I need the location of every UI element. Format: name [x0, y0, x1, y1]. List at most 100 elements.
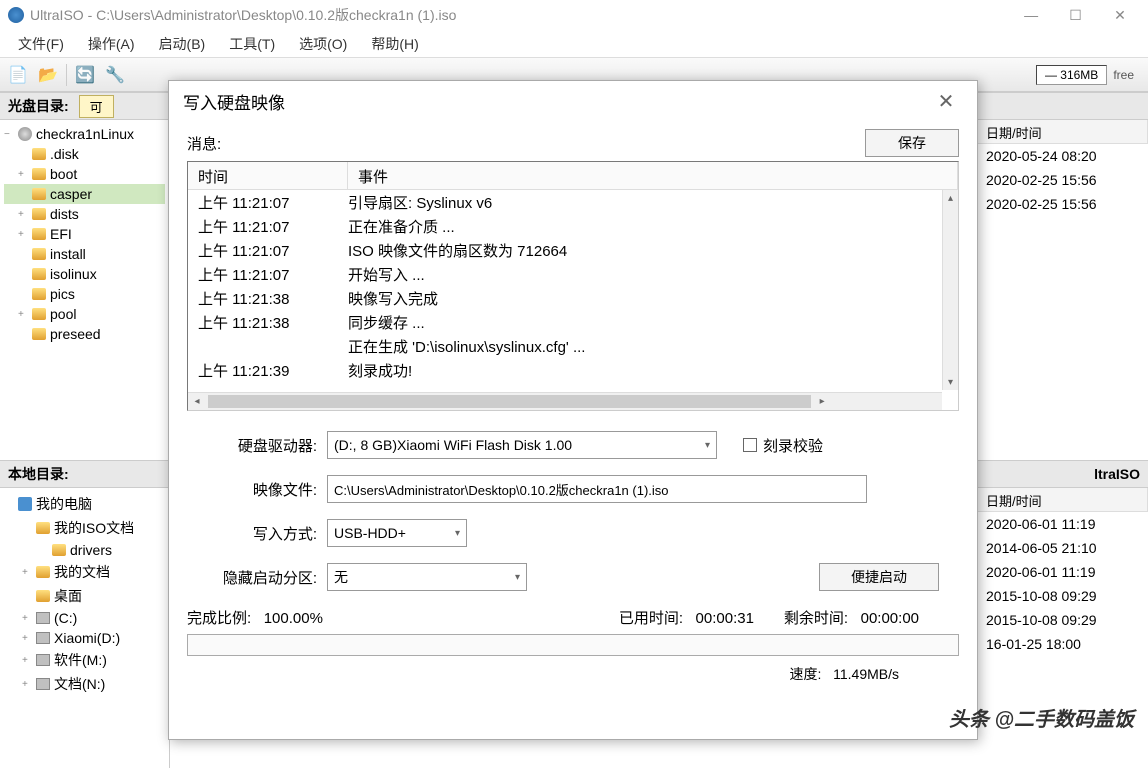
tree-item-label: pool [50, 306, 76, 322]
elapsed-label: 已用时间: [619, 610, 683, 627]
col-date[interactable]: 日期/时间 [978, 120, 1148, 143]
boot-options-button[interactable]: 便捷启动 [819, 563, 939, 591]
progress-bar [187, 634, 959, 656]
log-time: 上午 11:21:07 [188, 192, 348, 216]
remain-label: 剩余时间: [784, 610, 848, 627]
tree-item-label: (C:) [54, 610, 77, 626]
refresh-icon[interactable]: 🔄 [73, 63, 97, 87]
scroll-up-icon[interactable]: ▴ [943, 190, 958, 206]
menu-boot[interactable]: 启动(B) [147, 30, 218, 58]
date-cell: 2020-05-24 08:20 [978, 146, 1148, 166]
close-button[interactable]: ✕ [1100, 1, 1140, 29]
log-time: 上午 11:21:07 [188, 264, 348, 288]
log-row: 上午 11:21:38同步缓存 ... [188, 312, 958, 336]
local-tree[interactable]: 我的电脑 我的ISO文档drivers+我的文档桌面+(C:)+Xiaomi(D… [0, 488, 170, 768]
log-col-event[interactable]: 事件 [348, 162, 958, 189]
folder-icon [32, 328, 46, 340]
tree-item[interactable]: +pool [4, 304, 165, 324]
scroll-down-icon[interactable]: ▾ [943, 374, 958, 390]
free-label: free [1113, 68, 1142, 82]
new-icon[interactable]: 📄 [6, 63, 30, 87]
local-tree-item[interactable]: 桌面 [4, 584, 165, 608]
local-tree-item[interactable]: drivers [4, 540, 165, 560]
date-cell: 2020-02-25 15:56 [978, 170, 1148, 190]
log-event: 正在生成 'D:\isolinux\syslinux.cfg' ... [348, 336, 958, 360]
tree-item[interactable]: casper [4, 184, 165, 204]
tree-item[interactable]: preseed [4, 324, 165, 344]
folder-icon [32, 228, 46, 240]
log-row: 上午 11:21:07开始写入 ... [188, 264, 958, 288]
tree-item[interactable]: +dists [4, 204, 165, 224]
menu-action[interactable]: 操作(A) [76, 30, 147, 58]
open-icon[interactable]: 📂 [36, 63, 60, 87]
folder-icon [32, 248, 46, 260]
write-method-select[interactable]: USB-HDD+▾ [327, 519, 467, 547]
tree-item[interactable]: +EFI [4, 224, 165, 244]
disc-dropdown[interactable]: 可 [79, 95, 114, 118]
tree-item-label: install [50, 246, 86, 262]
tree-item[interactable]: isolinux [4, 264, 165, 284]
log-row: 上午 11:21:07正在准备介质 ... [188, 216, 958, 240]
log-row: 正在生成 'D:\isolinux\syslinux.cfg' ... [188, 336, 958, 360]
log-event: ISO 映像文件的扇区数为 712664 [348, 240, 958, 264]
write-disk-image-dialog: 写入硬盘映像 ✕ 消息: 保存 时间 事件 上午 11:21:07引导扇区: S… [168, 80, 978, 740]
log-event: 同步缓存 ... [348, 312, 958, 336]
folder-icon [52, 544, 66, 556]
log-vscroll[interactable]: ▴ ▾ [942, 190, 958, 390]
image-file-field[interactable]: C:\Users\Administrator\Desktop\0.10.2版ch… [327, 475, 867, 503]
log-col-time[interactable]: 时间 [188, 162, 348, 189]
tool-icon[interactable]: 🔧 [103, 63, 127, 87]
local-tree-item[interactable]: +(C:) [4, 608, 165, 628]
date-cell: 2020-06-01 11:19 [978, 514, 1148, 534]
log-time: 上午 11:21:38 [188, 288, 348, 312]
local-tree-item[interactable]: 我的ISO文档 [4, 516, 165, 540]
tree-item[interactable]: +boot [4, 164, 165, 184]
date-cell: 2014-06-05 21:10 [978, 538, 1148, 558]
verify-label: 刻录校验 [763, 435, 823, 456]
drive-icon [36, 632, 50, 644]
tree-item-label: EFI [50, 226, 72, 242]
tree-item-label: preseed [50, 326, 101, 342]
log-row: 上午 11:21:38映像写入完成 [188, 288, 958, 312]
right-path-label: ltraISO [1094, 466, 1140, 482]
pct-label: 完成比例: [187, 610, 251, 627]
folder-icon [36, 522, 50, 534]
maximize-button[interactable]: ☐ [1056, 1, 1096, 29]
local-tree-item[interactable]: +文档(N:) [4, 672, 165, 696]
tree-root[interactable]: − checkra1nLinux [4, 124, 165, 144]
local-tree-item[interactable]: +我的文档 [4, 560, 165, 584]
tree-item[interactable]: pics [4, 284, 165, 304]
tree-item-label: casper [50, 186, 92, 202]
tree-item-label: 我的ISO文档 [54, 518, 134, 538]
elapsed-value: 00:00:31 [696, 610, 754, 627]
save-button[interactable]: 保存 [865, 129, 959, 157]
tree-item[interactable]: install [4, 244, 165, 264]
log-hscroll[interactable]: ◂ ▸ [188, 392, 942, 410]
hidden-partition-select[interactable]: 无▾ [327, 563, 527, 591]
date-cell: 16-01-25 18:00 [978, 634, 1148, 654]
tree-item[interactable]: .disk [4, 144, 165, 164]
menu-options[interactable]: 选项(O) [287, 30, 359, 58]
title-bar: UltraISO - C:\Users\Administrator\Deskto… [0, 0, 1148, 30]
scroll-right-icon[interactable]: ▸ [813, 393, 831, 410]
log-row: 上午 11:21:39刻录成功! [188, 360, 958, 384]
menu-file[interactable]: 文件(F) [6, 30, 76, 58]
verify-checkbox[interactable] [743, 438, 757, 452]
drive-label: 硬盘驱动器: [187, 435, 317, 456]
folder-icon [32, 308, 46, 320]
scroll-left-icon[interactable]: ◂ [188, 393, 206, 410]
minimize-button[interactable]: — [1011, 1, 1051, 29]
drive-select[interactable]: (D:, 8 GB)Xiaomi WiFi Flash Disk 1.00▾ [327, 431, 717, 459]
menu-help[interactable]: 帮助(H) [359, 30, 430, 58]
log-event: 刻录成功! [348, 360, 958, 384]
dialog-close-button[interactable]: ✕ [929, 84, 963, 118]
local-tree-root[interactable]: 我的电脑 [4, 492, 165, 516]
method-label: 写入方式: [187, 523, 317, 544]
local-tree-item[interactable]: +软件(M:) [4, 648, 165, 672]
col-date-local[interactable]: 日期/时间 [978, 488, 1148, 511]
menu-tools[interactable]: 工具(T) [217, 30, 287, 58]
log-time: 上午 11:21:39 [188, 360, 348, 384]
disc-tree[interactable]: − checkra1nLinux .disk+bootcasper+dists+… [0, 120, 170, 460]
log-event: 映像写入完成 [348, 288, 958, 312]
local-tree-item[interactable]: +Xiaomi(D:) [4, 628, 165, 648]
